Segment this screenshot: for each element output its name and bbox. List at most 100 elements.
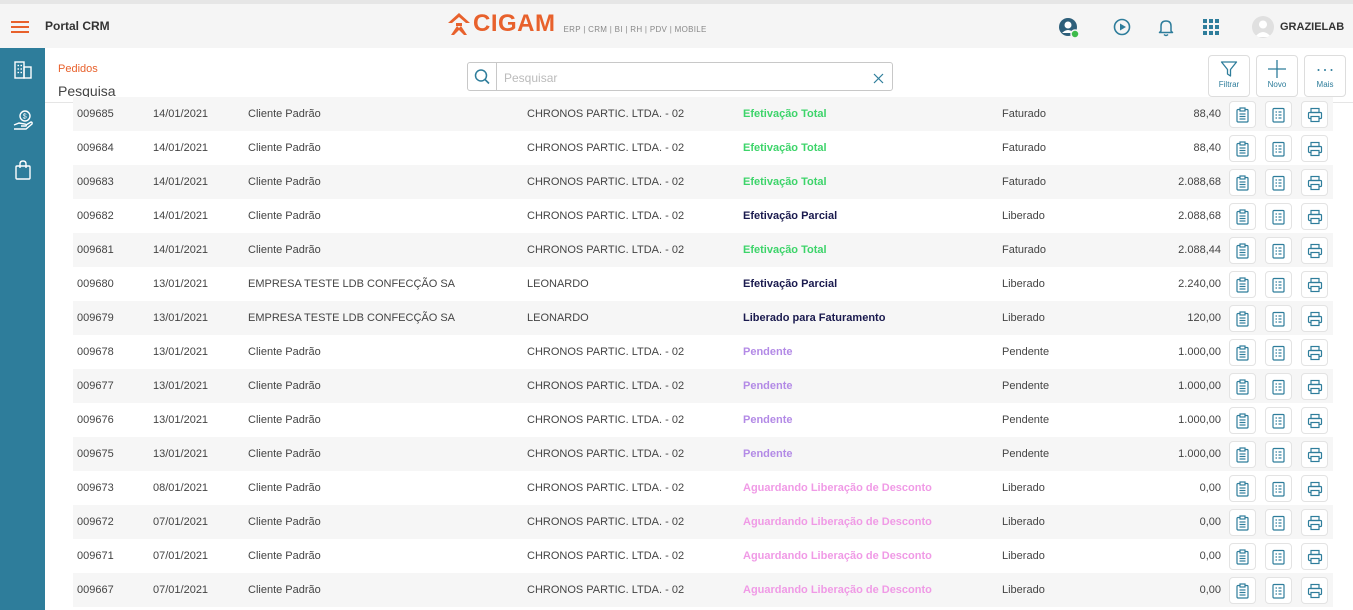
bell-icon[interactable] [1155, 16, 1177, 38]
table-row[interactable]: 009678 13/01/2021 Cliente Padrão CHRONOS PA… [73, 335, 1333, 369]
print-button[interactable] [1301, 305, 1328, 332]
details-button[interactable] [1229, 135, 1256, 162]
user-name[interactable]: GRAZIELAB [1280, 21, 1344, 33]
order-date: 13/01/2021 [153, 448, 209, 460]
new-button[interactable]: Novo [1256, 55, 1298, 97]
items-button[interactable] [1265, 135, 1292, 162]
list-document-icon [1272, 209, 1285, 225]
details-button[interactable] [1229, 237, 1256, 264]
details-button[interactable] [1229, 373, 1256, 400]
print-button[interactable] [1301, 577, 1328, 604]
order-situation: Faturado [1002, 108, 1047, 120]
table-row[interactable]: 009680 13/01/2021 EMPRESA TESTE LDB CONFEC… [73, 267, 1333, 301]
order-situation: Liberado [1002, 550, 1045, 562]
items-button[interactable] [1265, 543, 1292, 570]
table-row[interactable]: 009672 07/01/2021 Cliente Padrão CHRONOS PA… [73, 505, 1333, 539]
table-row[interactable]: 009682 14/01/2021 Cliente Padrão CHRONOS PA… [73, 199, 1333, 233]
print-button[interactable] [1301, 441, 1328, 468]
details-button[interactable] [1229, 305, 1256, 332]
search-box [467, 62, 893, 91]
print-button[interactable] [1301, 475, 1328, 502]
order-status: Aguardando Liberação de Desconto [743, 516, 932, 528]
apps-grid-icon[interactable] [1200, 16, 1222, 38]
money-hand-icon[interactable]: $ [12, 109, 34, 131]
table-row[interactable]: 009683 14/01/2021 Cliente Padrão CHRONOS PA… [73, 165, 1333, 199]
print-button[interactable] [1301, 271, 1328, 298]
user-avatar-icon[interactable] [1252, 16, 1274, 38]
table-row[interactable]: 009685 14/01/2021 Cliente Padrão CHRONOS PA… [73, 97, 1333, 131]
list-document-icon [1272, 413, 1285, 429]
details-button[interactable] [1229, 101, 1256, 128]
table-row[interactable]: 009667 07/01/2021 Cliente Padrão CHRONOS PA… [73, 573, 1333, 607]
order-value: 0,00 [1199, 584, 1221, 596]
items-button[interactable] [1265, 441, 1292, 468]
details-button[interactable] [1229, 509, 1256, 536]
filter-button[interactable]: Filtrar [1208, 55, 1250, 97]
details-button[interactable] [1229, 407, 1256, 434]
print-button[interactable] [1301, 169, 1328, 196]
print-button[interactable] [1301, 237, 1328, 264]
details-button[interactable] [1229, 441, 1256, 468]
printer-icon [1307, 209, 1322, 225]
details-button[interactable] [1229, 339, 1256, 366]
table-row[interactable]: 009673 08/01/2021 Cliente Padrão CHRONOS PA… [73, 471, 1333, 505]
items-button[interactable] [1265, 169, 1292, 196]
items-button[interactable] [1265, 407, 1292, 434]
items-button[interactable] [1265, 101, 1292, 128]
items-button[interactable] [1265, 339, 1292, 366]
details-button[interactable] [1229, 169, 1256, 196]
items-button[interactable] [1265, 577, 1292, 604]
more-button[interactable]: Mais [1304, 55, 1346, 97]
search-input[interactable] [502, 68, 866, 87]
items-button[interactable] [1265, 271, 1292, 298]
play-icon[interactable] [1111, 16, 1133, 38]
search-icon[interactable] [468, 63, 497, 90]
filter-icon [1220, 61, 1238, 77]
print-button[interactable] [1301, 543, 1328, 570]
buildings-icon[interactable] [12, 59, 34, 81]
order-client: Cliente Padrão [248, 244, 321, 256]
print-button[interactable] [1301, 203, 1328, 230]
items-button[interactable] [1265, 509, 1292, 536]
logo-text: CIGAM [473, 10, 556, 37]
order-company: CHRONOS PARTIC. LTDA. - 02 [527, 244, 685, 256]
items-button[interactable] [1265, 305, 1292, 332]
items-button[interactable] [1265, 203, 1292, 230]
print-button[interactable] [1301, 407, 1328, 434]
order-value: 2.088,44 [1178, 244, 1221, 256]
user-status-icon[interactable] [1057, 16, 1080, 39]
printer-icon [1307, 345, 1322, 361]
table-row[interactable]: 009675 13/01/2021 Cliente Padrão CHRONOS PA… [73, 437, 1333, 471]
printer-icon [1307, 583, 1322, 599]
order-situation: Liberado [1002, 278, 1045, 290]
print-button[interactable] [1301, 101, 1328, 128]
order-company: CHRONOS PARTIC. LTDA. - 02 [527, 448, 685, 460]
order-date: 14/01/2021 [153, 108, 209, 120]
clear-search-icon[interactable] [873, 71, 884, 84]
details-button[interactable] [1229, 543, 1256, 570]
details-button[interactable] [1229, 577, 1256, 604]
shopping-bag-icon[interactable] [12, 159, 34, 181]
table-row[interactable]: 009677 13/01/2021 Cliente Padrão CHRONOS PA… [73, 369, 1333, 403]
details-button[interactable] [1229, 271, 1256, 298]
items-button[interactable] [1265, 373, 1292, 400]
details-button[interactable] [1229, 475, 1256, 502]
order-status: Liberado para Faturamento [743, 312, 886, 324]
table-row[interactable]: 009684 14/01/2021 Cliente Padrão CHRONOS PA… [73, 131, 1333, 165]
menu-icon[interactable] [11, 21, 29, 33]
table-row[interactable]: 009681 14/01/2021 Cliente Padrão CHRONOS PA… [73, 233, 1333, 267]
items-button[interactable] [1265, 237, 1292, 264]
print-button[interactable] [1301, 339, 1328, 366]
table-row[interactable]: 009679 13/01/2021 EMPRESA TESTE LDB CONFEC… [73, 301, 1333, 335]
print-button[interactable] [1301, 509, 1328, 536]
print-button[interactable] [1301, 135, 1328, 162]
items-button[interactable] [1265, 475, 1292, 502]
order-date: 13/01/2021 [153, 380, 209, 392]
table-row[interactable]: 009676 13/01/2021 Cliente Padrão CHRONOS PA… [73, 403, 1333, 437]
table-row[interactable]: 009671 07/01/2021 Cliente Padrão CHRONOS PA… [73, 539, 1333, 573]
list-document-icon [1272, 379, 1285, 395]
breadcrumb[interactable]: Pedidos [58, 63, 98, 75]
details-button[interactable] [1229, 203, 1256, 230]
print-button[interactable] [1301, 373, 1328, 400]
order-company: CHRONOS PARTIC. LTDA. - 02 [527, 550, 685, 562]
